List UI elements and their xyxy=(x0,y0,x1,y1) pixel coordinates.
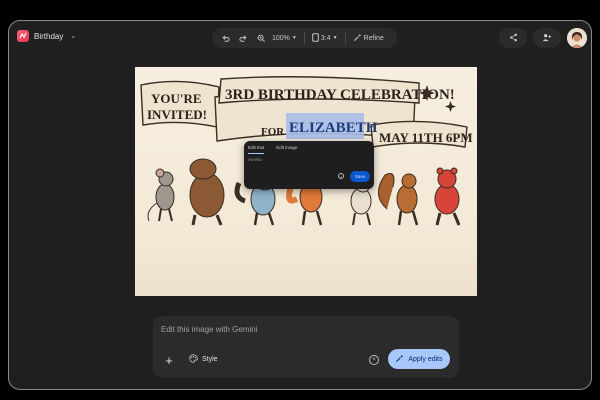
style-button[interactable]: Style xyxy=(189,354,218,365)
sparkle-wand-icon xyxy=(353,33,362,44)
palette-icon xyxy=(189,354,198,365)
tab-edit-text[interactable]: Edit text xyxy=(248,145,265,154)
replacement-text-input[interactable]: Amelia xyxy=(248,157,262,162)
share-button[interactable] xyxy=(499,28,527,48)
banner-youre: YOU'RE xyxy=(151,91,202,106)
capybara-figure xyxy=(189,158,225,226)
app-title: Birthday xyxy=(34,31,64,41)
squirrel-figure xyxy=(378,173,419,226)
toolbar-divider xyxy=(303,32,305,44)
close-circle-icon[interactable]: × xyxy=(338,173,344,179)
zoom-in-icon[interactable] xyxy=(254,31,268,45)
aspect-ratio-icon xyxy=(312,32,319,44)
aspect-ratio-select[interactable]: 3:4 ▼ xyxy=(312,31,338,45)
ground-shading xyxy=(135,235,477,296)
mouse-figure xyxy=(147,168,175,222)
top-bar: Birthday ⌄ 100% ▼ 3:4 ▼ Refine xyxy=(9,21,591,57)
toolbar-divider xyxy=(344,32,346,44)
person-add-icon xyxy=(542,29,552,47)
share-icon xyxy=(509,29,518,47)
undo-icon[interactable] xyxy=(218,31,232,45)
tab-edit-image[interactable]: Edit image xyxy=(276,145,297,154)
bear-figure xyxy=(434,167,461,226)
prompt-input[interactable]: Edit this image with Gemini xyxy=(161,325,257,334)
aspect-value: 3:4 xyxy=(320,34,331,42)
close-circle-icon[interactable]: × xyxy=(369,355,379,365)
popup-tabs: Edit text Edit image xyxy=(248,145,298,154)
edit-toolbar: 100% ▼ 3:4 ▼ Refine xyxy=(212,28,397,48)
refine-label: Refine xyxy=(363,34,384,42)
add-person-button[interactable] xyxy=(533,28,561,48)
refine-button[interactable]: Refine xyxy=(353,31,384,45)
apply-edits-button[interactable]: Apply edits xyxy=(388,349,450,369)
chevron-down-icon[interactable]: ⌄ xyxy=(70,32,76,40)
edit-text-popup: Edit text Edit image Amelia × Save xyxy=(244,141,374,189)
edit-prompt-box: Edit this image with Gemini + Style × Ap… xyxy=(153,316,459,378)
generated-image-canvas[interactable]: YOU'RE INVITED! 3RD BIRTHDAY CELEBRATION… xyxy=(135,67,477,296)
chevron-down-icon: ▼ xyxy=(332,35,338,41)
banner-for: FOR xyxy=(261,126,285,138)
app-title-menu[interactable]: Birthday ⌄ xyxy=(17,30,76,42)
user-avatar[interactable] xyxy=(567,28,587,48)
zoom-level-select[interactable]: 100% ▼ xyxy=(272,31,297,45)
header-actions xyxy=(499,28,587,48)
gemini-canvas-icon xyxy=(17,30,29,42)
plus-icon[interactable]: + xyxy=(159,350,179,370)
redo-icon[interactable] xyxy=(236,31,250,45)
zoom-value: 100% xyxy=(272,34,290,42)
app-window: Birthday ⌄ 100% ▼ 3:4 ▼ Refine YOU'RE IN… xyxy=(8,20,592,390)
chevron-down-icon: ▼ xyxy=(291,35,297,41)
save-button[interactable]: Save xyxy=(350,171,370,182)
banner-name: ELIZABETH xyxy=(289,120,378,136)
banner-main: 3RD BIRTHDAY CELEBRATION! xyxy=(225,87,455,103)
style-label: Style xyxy=(202,356,218,363)
apply-label: Apply edits xyxy=(408,355,443,363)
sparkle-wand-icon xyxy=(395,354,404,365)
banner-invited: INVITED! xyxy=(147,107,207,122)
